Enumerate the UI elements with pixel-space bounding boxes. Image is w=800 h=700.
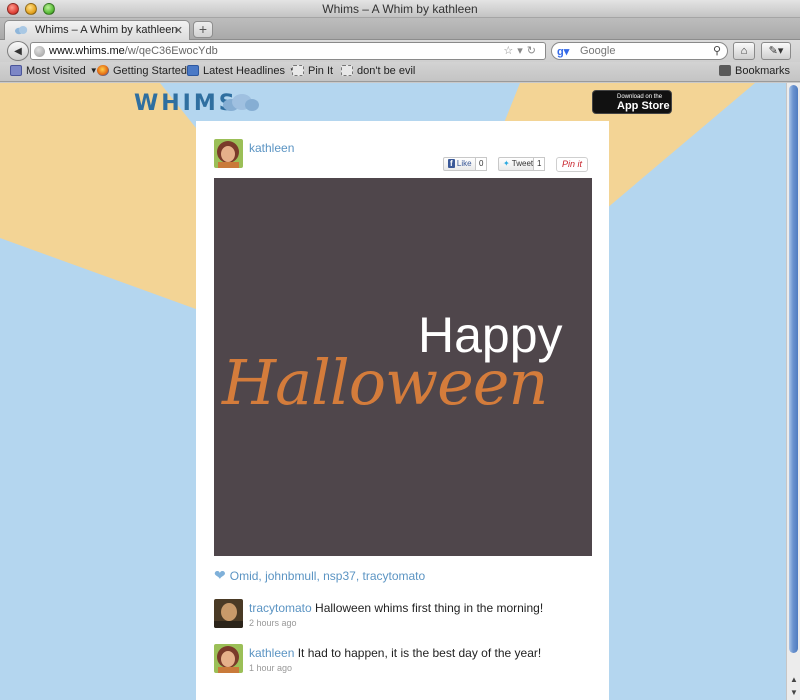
cloud-icon xyxy=(15,26,28,35)
dropdown-arrow-icon[interactable]: ▾ xyxy=(517,45,527,57)
separator: , xyxy=(355,569,363,583)
bookmark-label: don't be evil xyxy=(357,65,416,77)
tweet-count: 1 xyxy=(533,157,546,171)
whim-image[interactable]: Happy Halloween xyxy=(214,178,592,556)
author-avatar[interactable] xyxy=(214,139,243,168)
bookmark-pin-it[interactable]: Pin It xyxy=(292,65,333,77)
window-titlebar: Whims – A Whim by kathleen xyxy=(0,0,800,18)
bookmarks-star-icon xyxy=(719,65,731,76)
most-visited-icon xyxy=(10,65,22,76)
google-icon[interactable]: g▾ xyxy=(557,45,569,58)
search-icon[interactable]: ⚲ xyxy=(713,44,721,57)
bookmark-most-visited[interactable]: Most Visited ▼ xyxy=(10,65,98,77)
avatar-image xyxy=(214,599,243,628)
tools-button[interactable]: ✎▾ xyxy=(761,42,791,60)
bookmark-label: Pin It xyxy=(308,65,334,77)
bookmark-label: Getting Started xyxy=(113,65,187,77)
tab-strip: Whims – A Whim by kathleen ✕ + xyxy=(0,18,800,40)
commenter-avatar[interactable] xyxy=(214,599,243,628)
comment-text: It had to happen, it is the best day of … xyxy=(297,646,542,660)
twitter-bird-icon: ✦ xyxy=(503,159,510,168)
bookmark-dont-be-evil[interactable]: don't be evil xyxy=(341,65,415,77)
firefox-icon xyxy=(97,65,109,76)
bookmark-label: Latest Headlines xyxy=(203,65,285,77)
likers-list: ❤ Omid, johnbmull, nsp37, tracytomato xyxy=(214,567,425,584)
commenter-name[interactable]: tracytomato xyxy=(249,601,312,615)
comment-time: 2 hours ago xyxy=(249,618,297,628)
liker-link[interactable]: johnbmull xyxy=(265,569,316,583)
commenter-avatar[interactable] xyxy=(214,644,243,673)
new-tab-button[interactable]: + xyxy=(193,21,213,38)
page-icon xyxy=(341,65,353,76)
star-bookmark-icon[interactable]: ☆ xyxy=(503,45,517,57)
bookmarks-menu-label: Bookmarks xyxy=(735,65,791,77)
scrollbar-thumb[interactable] xyxy=(789,85,798,653)
bookmarks-toolbar: Most Visited ▼ Getting Started Latest Hea… xyxy=(0,62,800,82)
tab-label: Whims – A Whim by kathleen xyxy=(35,24,178,36)
url-host: www.whims.me xyxy=(49,45,125,57)
search-placeholder: Google xyxy=(580,45,616,57)
facebook-like-button[interactable]: f Like xyxy=(443,157,477,171)
comment-body: kathleen It had to happen, it is the bes… xyxy=(249,646,589,660)
tab-close-icon[interactable]: ✕ xyxy=(174,24,183,37)
whim-text-halloween: Halloween xyxy=(222,346,548,419)
liker-link[interactable]: Omid xyxy=(230,569,259,583)
avatar-image xyxy=(214,644,243,673)
vertical-scrollbar[interactable]: ▲ ▼ xyxy=(786,83,800,700)
scroll-up-icon[interactable]: ▲ xyxy=(790,675,798,684)
bookmark-getting-started[interactable]: Getting Started xyxy=(97,65,187,77)
cloud-logo-icon xyxy=(223,94,259,111)
commenter-name[interactable]: kathleen xyxy=(249,646,294,660)
reload-icon[interactable]: ↻ xyxy=(527,45,540,57)
facebook-icon: f xyxy=(448,159,455,168)
page-icon xyxy=(292,65,304,76)
search-input[interactable]: g▾ Google ⚲ xyxy=(551,42,728,60)
comment-text: Halloween whims first thing in the morni… xyxy=(315,601,544,615)
url-tools: ☆▾↻ xyxy=(503,44,540,57)
facebook-like-label: Like xyxy=(456,159,472,168)
bookmark-latest-headlines[interactable]: Latest Headlines▼ xyxy=(187,65,297,77)
scroll-down-icon[interactable]: ▼ xyxy=(790,688,798,697)
bookmarks-menu[interactable]: Bookmarks xyxy=(719,65,790,77)
window-title: Whims – A Whim by kathleen xyxy=(322,2,478,16)
navigation-toolbar: ◀ www.whims.me/w/qeC36EwocYdb ☆▾↻ g▾ Goo… xyxy=(0,40,800,62)
facebook-like-count: 0 xyxy=(475,157,488,171)
whim-card: kathleen f Like 0 ✦ Tweet 1 Pin it Happy… xyxy=(196,121,609,700)
author-name[interactable]: kathleen xyxy=(249,141,294,155)
liker-link[interactable]: tracytomato xyxy=(363,569,426,583)
tab-whims[interactable]: Whims – A Whim by kathleen ✕ xyxy=(4,20,190,40)
url-path: /w/qeC36EwocYdb xyxy=(124,45,218,57)
back-button[interactable]: ◀ xyxy=(7,41,29,61)
comment-body: tracytomato Halloween whims first thing … xyxy=(249,601,589,615)
app-store-badge[interactable]: Download on the App Store xyxy=(592,90,672,114)
liker-link[interactable]: nsp37 xyxy=(323,569,356,583)
comment-time: 1 hour ago xyxy=(249,663,293,673)
tweet-label: Tweet xyxy=(511,159,534,168)
page-viewport: WHIMS Download on the App Store kathleen… xyxy=(0,83,786,700)
globe-icon xyxy=(34,46,45,57)
avatar-image xyxy=(214,139,243,168)
app-store-big-text: App Store xyxy=(617,100,670,112)
url-bar[interactable]: www.whims.me/w/qeC36EwocYdb ☆▾↻ xyxy=(30,42,546,60)
rss-icon xyxy=(187,65,199,76)
home-icon: ⌂ xyxy=(740,45,748,57)
pin-it-button[interactable]: Pin it xyxy=(556,157,589,172)
heart-icon[interactable]: ❤ xyxy=(214,567,226,583)
home-button[interactable]: ⌂ xyxy=(733,42,755,60)
tools-icon: ✎▾ xyxy=(768,45,784,57)
bookmark-label: Most Visited xyxy=(26,65,86,77)
